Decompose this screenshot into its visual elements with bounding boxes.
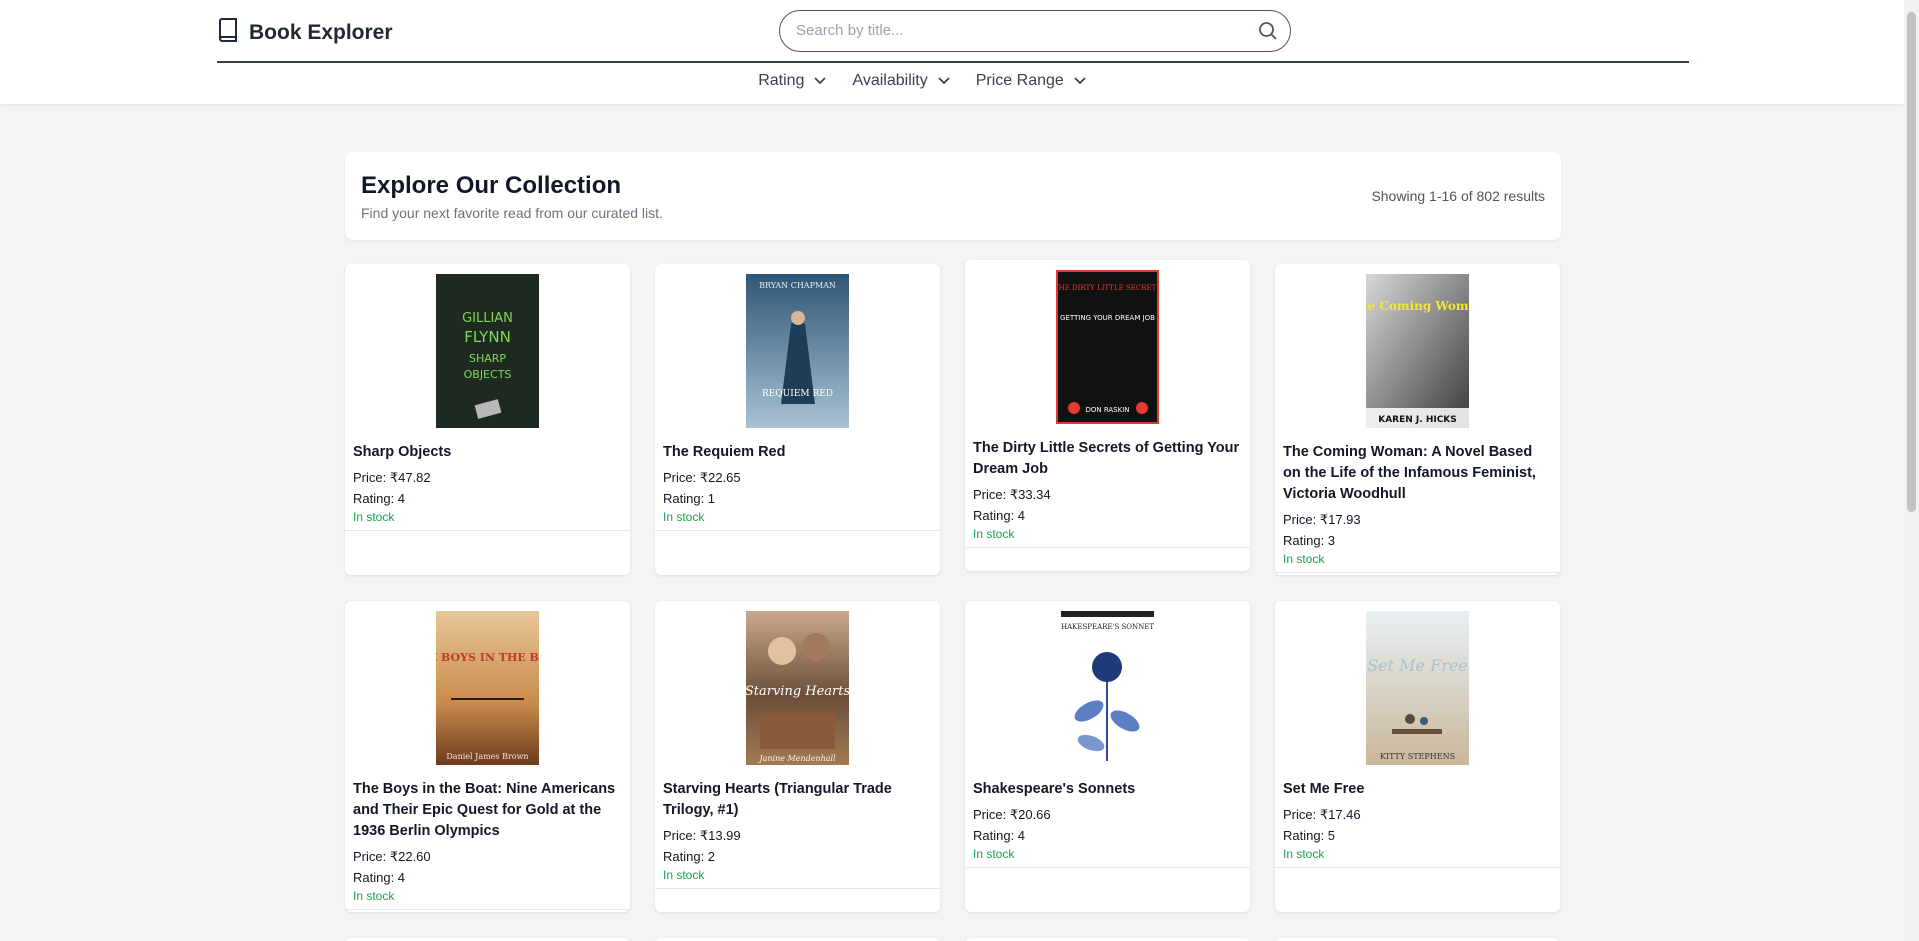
search-box[interactable] — [779, 10, 1291, 52]
cover-text: DON RASKIN — [1085, 406, 1129, 414]
book-card-body: BRYAN CHAPMAN REQUIEM RED The Requiem Re… — [655, 264, 940, 531]
book-cover-image[interactable]: THE DIRTY LITTLE SECRETS GETTING YOUR DR… — [1056, 270, 1159, 424]
header-row: Book Explorer — [217, 0, 1689, 63]
book-card-body: SHAKESPEARE'S SONNETS Shakespeare's Sonn… — [965, 601, 1250, 868]
cover-text: REQUIEM RED — [762, 389, 833, 399]
rating-filter-label: Rating — [758, 72, 805, 89]
book-cover-image[interactable]: Starving Hearts Janine Mendenhall — [746, 611, 849, 765]
book-card-body: The Coming Woman KAREN J. HICKS The Comi… — [1275, 264, 1560, 573]
cover-text: Set Me Free — [1367, 656, 1468, 675]
stock-status: In stock — [663, 510, 705, 524]
book-price: Price: ₹17.46 — [1283, 807, 1361, 822]
book-rating: Rating: 3 — [1283, 533, 1336, 548]
book-cover-image[interactable]: THE BOYS IN THE BOAT Daniel James Brown — [436, 611, 539, 765]
book-card[interactable]: SHAKESPEARE'S SONNETS Shakespeare's Sonn… — [965, 601, 1250, 912]
book-title[interactable]: Shakespeare's Sonnets — [973, 779, 1242, 800]
cover-text: GILLIAN — [462, 311, 513, 326]
book-cover-image[interactable]: GILLIAN FLYNN SHARP OBJECTS — [436, 274, 539, 428]
stock-status: In stock — [663, 868, 705, 882]
book-card[interactable]: BRYAN CHAPMAN REQUIEM RED The Requiem Re… — [655, 264, 940, 575]
search-icon[interactable] — [1258, 21, 1278, 46]
book-card[interactable]: THE DIRTY LITTLE SECRETS GETTING YOUR DR… — [965, 260, 1250, 571]
chevron-down-icon — [1074, 72, 1086, 90]
chevron-down-icon — [814, 72, 827, 90]
book-price: Price: ₹17.93 — [1283, 512, 1361, 527]
cover-text: Starving Hearts — [746, 684, 849, 699]
stock-status: In stock — [973, 847, 1015, 861]
book-card-body: Set Me Free KITTY STEPHENS Set Me Free P… — [1275, 601, 1560, 868]
book-rating: Rating: 4 — [353, 491, 406, 506]
results-count: Showing 1-16 of 802 results — [1371, 188, 1545, 204]
top-navigation-bar: Book Explorer Rating Availability Price … — [0, 0, 1904, 104]
book-title[interactable]: The Boys in the Boat: Nine Americans and… — [353, 779, 622, 842]
collection-header: Explore Our Collection Find your next fa… — [345, 152, 1561, 240]
book-rating: Rating: 5 — [1283, 828, 1336, 843]
stock-status: In stock — [353, 510, 395, 524]
cover-text: BRYAN CHAPMAN — [759, 281, 836, 290]
scrollbar[interactable] — [1904, 0, 1919, 941]
book-rating: Rating: 2 — [663, 849, 716, 864]
book-price: Price: ₹22.65 — [663, 470, 741, 485]
filter-bar: Rating Availability Price Range — [0, 72, 1904, 90]
book-card[interactable]: THE BOYS IN THE BOAT Daniel James Brown … — [345, 601, 630, 912]
book-title[interactable]: Set Me Free — [1283, 779, 1552, 800]
stock-status: In stock — [1283, 552, 1325, 566]
cover-text: KAREN J. HICKS — [1378, 415, 1457, 425]
book-card[interactable]: GILLIAN FLYNN SHARP OBJECTS Sharp Object… — [345, 264, 630, 575]
book-price: Price: ₹22.60 — [353, 849, 431, 864]
book-rating: Rating: 4 — [973, 508, 1026, 523]
book-price: Price: ₹47.82 — [353, 470, 431, 485]
book-card[interactable]: Set Me Free KITTY STEPHENS Set Me Free P… — [1275, 601, 1560, 912]
book-cover-image[interactable]: Set Me Free KITTY STEPHENS — [1366, 611, 1469, 765]
book-title[interactable]: The Requiem Red — [663, 442, 932, 463]
cover-text: FLYNN — [464, 328, 511, 346]
book-card-body: Starving Hearts Janine Mendenhall Starvi… — [655, 601, 940, 889]
book-price: Price: ₹13.99 — [663, 828, 741, 843]
book-rating: Rating: 1 — [663, 491, 716, 506]
book-title[interactable]: Sharp Objects — [353, 442, 622, 463]
cover-text: THE BOYS IN THE BOAT — [436, 651, 539, 664]
scrollbar-thumb[interactable] — [1907, 12, 1916, 512]
book-title[interactable]: The Dirty Little Secrets of Getting Your… — [973, 438, 1242, 480]
cover-text: THE DIRTY LITTLE SECRETS — [1056, 284, 1159, 292]
book-cover-image[interactable]: BRYAN CHAPMAN REQUIEM RED — [746, 274, 849, 428]
price-range-filter-label: Price Range — [975, 72, 1064, 89]
book-card-body: GILLIAN FLYNN SHARP OBJECTS Sharp Object… — [345, 264, 630, 531]
book-card[interactable]: The Coming Woman KAREN J. HICKS The Comi… — [1275, 264, 1560, 575]
book-card-body: THE BOYS IN THE BOAT Daniel James Brown … — [345, 601, 630, 910]
availability-filter-label: Availability — [852, 72, 928, 89]
stock-status: In stock — [1283, 847, 1325, 861]
availability-filter-dropdown[interactable]: Availability — [852, 72, 950, 90]
cover-text: KITTY STEPHENS — [1380, 752, 1455, 761]
cover-text: Janine Mendenhall — [757, 754, 836, 763]
cover-text: Daniel James Brown — [446, 752, 528, 761]
book-price: Price: ₹33.34 — [973, 487, 1051, 502]
page-title: Explore Our Collection — [361, 172, 622, 199]
price-range-filter-dropdown[interactable]: Price Range — [976, 72, 1086, 90]
book-icon — [217, 18, 239, 47]
book-cover-image[interactable]: The Coming Woman KAREN J. HICKS — [1366, 274, 1469, 428]
search-input[interactable] — [796, 11, 1256, 50]
cover-text: SHAKESPEARE'S SONNETS — [1061, 623, 1154, 631]
cover-text: OBJECTS — [464, 368, 512, 381]
book-card[interactable]: Starving Hearts Janine Mendenhall Starvi… — [655, 601, 940, 912]
stock-status: In stock — [353, 889, 395, 903]
book-price: Price: ₹20.66 — [973, 807, 1051, 822]
app-title: Book Explorer — [249, 20, 393, 44]
stock-status: In stock — [973, 527, 1015, 541]
rating-filter-dropdown[interactable]: Rating — [758, 72, 827, 90]
chevron-down-icon — [938, 72, 950, 90]
book-title[interactable]: The Coming Woman: A Novel Based on the L… — [1283, 442, 1552, 505]
book-title[interactable]: Starving Hearts (Triangular Trade Trilog… — [663, 779, 932, 821]
brand[interactable]: Book Explorer — [217, 18, 393, 47]
page-subtitle: Find your next favorite read from our cu… — [361, 205, 663, 221]
book-card-body: THE DIRTY LITTLE SECRETS GETTING YOUR DR… — [965, 260, 1250, 548]
cover-text: The Coming Woman — [1366, 299, 1469, 313]
book-rating: Rating: 4 — [353, 870, 406, 885]
book-rating: Rating: 4 — [973, 828, 1026, 843]
cover-text: SHARP — [469, 352, 506, 365]
book-cover-image[interactable]: SHAKESPEARE'S SONNETS — [1061, 611, 1154, 765]
cover-text: GETTING YOUR DREAM JOB — [1060, 314, 1155, 322]
